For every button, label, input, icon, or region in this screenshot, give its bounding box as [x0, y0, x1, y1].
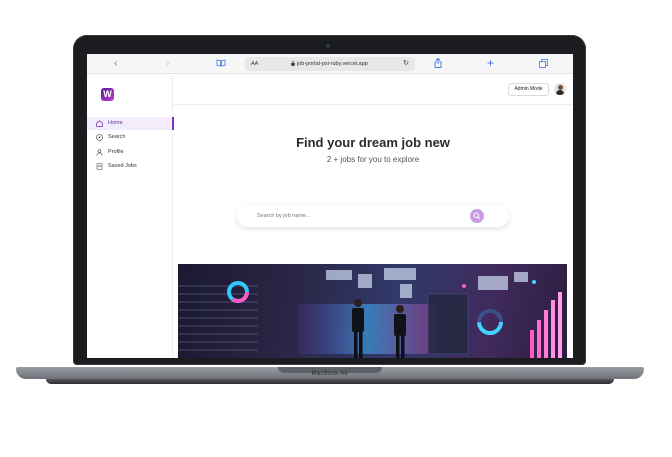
page-title: Find your dream job new — [296, 135, 450, 150]
page-subtitle: 2 + jobs for you to explore — [326, 155, 420, 164]
base-foot — [46, 379, 614, 384]
search-input[interactable] — [257, 210, 457, 222]
business-illustration — [178, 268, 562, 358]
search-bar — [237, 205, 509, 227]
device-label: MacBook Air — [311, 371, 349, 377]
laptop-base: MacBook Air — [16, 363, 644, 385]
stage: ‹ › AA job-portal-psi-ruby.vercel.app ↻ … — [0, 0, 672, 457]
main-content: Find your dream job new 2 + jobs for you… — [87, 54, 573, 358]
search-button[interactable] — [470, 209, 484, 223]
camera-dot — [326, 44, 330, 48]
hero-banner-image — [178, 264, 567, 358]
search-icon — [473, 212, 481, 220]
